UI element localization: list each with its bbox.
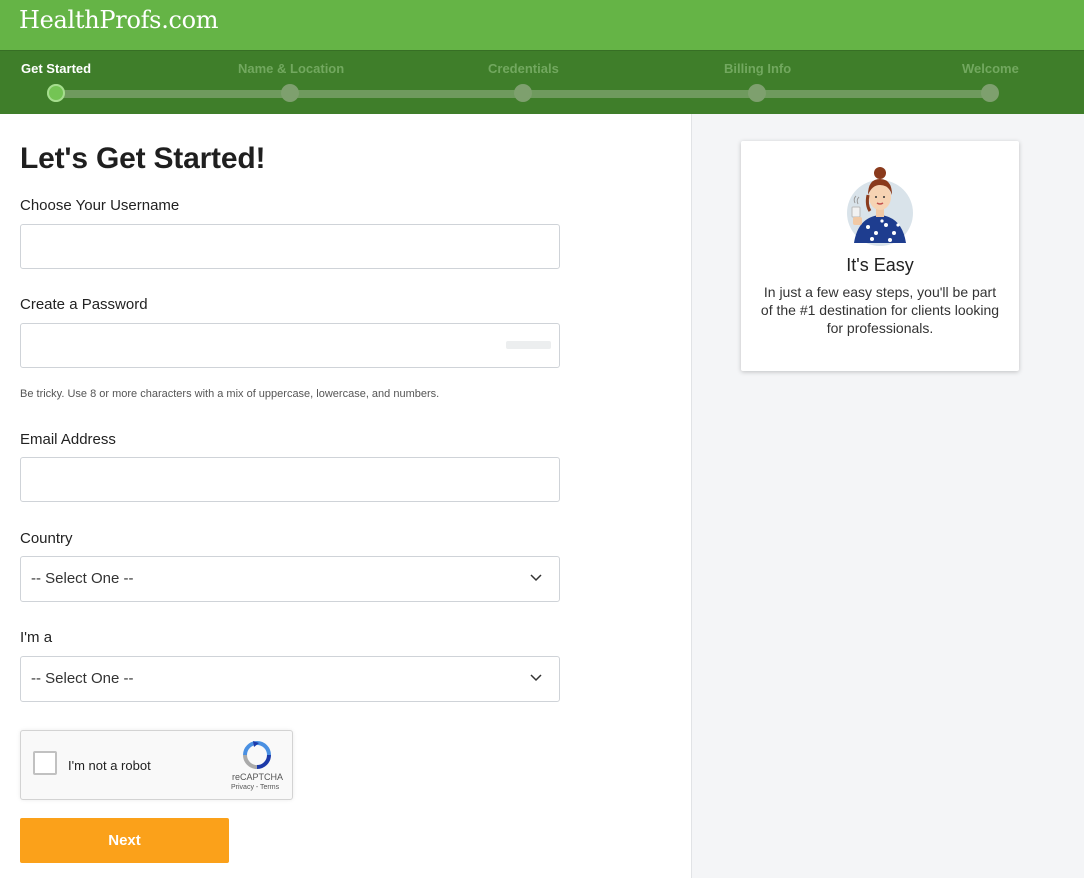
step-dot-3	[514, 84, 532, 102]
signup-form: Let's Get Started! Choose Your Username …	[0, 114, 691, 878]
recaptcha-checkbox[interactable]	[33, 751, 57, 775]
country-select[interactable]: -- Select One --	[20, 556, 560, 602]
step-dot-1	[47, 84, 65, 102]
next-button[interactable]: Next	[20, 818, 229, 863]
recaptcha-brand: reCAPTCHA	[232, 772, 284, 782]
step-label-name-location: Name & Location	[238, 61, 345, 76]
card-title: It's Easy	[846, 255, 914, 275]
info-card: It's Easy In just a few easy steps, you'…	[741, 141, 1019, 371]
username-input[interactable]	[20, 224, 560, 269]
step-label-get-started: Get Started	[21, 61, 92, 76]
password-label: Create a Password	[20, 296, 148, 313]
recaptcha-widget: I'm not a robot reCAPTCHA Privacy - Term…	[20, 730, 293, 800]
role-select[interactable]: -- Select One --	[20, 656, 560, 702]
password-input[interactable]	[20, 323, 560, 368]
country-label: Country	[20, 530, 73, 547]
woman-with-coffee-illustration	[847, 167, 913, 246]
card-description: In just a few easy steps, you'll be part…	[760, 284, 1000, 336]
top-header: HealthProfs.com	[0, 0, 1084, 50]
username-label: Choose Your Username	[20, 197, 180, 214]
chevron-down-icon	[530, 574, 542, 582]
recaptcha-icon	[243, 741, 271, 769]
recaptcha-label: I'm not a robot	[68, 758, 151, 773]
chevron-down-icon	[530, 674, 542, 682]
email-label: Email Address	[20, 431, 116, 448]
step-dot-4	[748, 84, 766, 102]
step-dot-2	[281, 84, 299, 102]
step-label-welcome: Welcome	[962, 61, 1019, 76]
side-panel: It's Easy In just a few easy steps, you'…	[691, 114, 1084, 878]
role-label: I'm a	[20, 629, 53, 646]
step-dot-5	[981, 84, 999, 102]
page-title: Let's Get Started!	[20, 142, 266, 175]
step-label-credentials: Credentials	[488, 61, 559, 76]
role-selected-value: -- Select One --	[31, 670, 134, 687]
country-selected-value: -- Select One --	[31, 570, 134, 587]
password-hint: Be tricky. Use 8 or more characters with…	[20, 388, 440, 400]
email-input[interactable]	[20, 457, 560, 502]
site-logo[interactable]: HealthProfs.com	[19, 6, 219, 34]
password-visibility-toggle[interactable]	[506, 341, 551, 349]
progress-steps: Get Started Name & Location Credentials …	[0, 50, 1084, 114]
recaptcha-terms[interactable]: Privacy - Terms	[231, 784, 279, 791]
step-label-billing-info: Billing Info	[724, 61, 792, 76]
